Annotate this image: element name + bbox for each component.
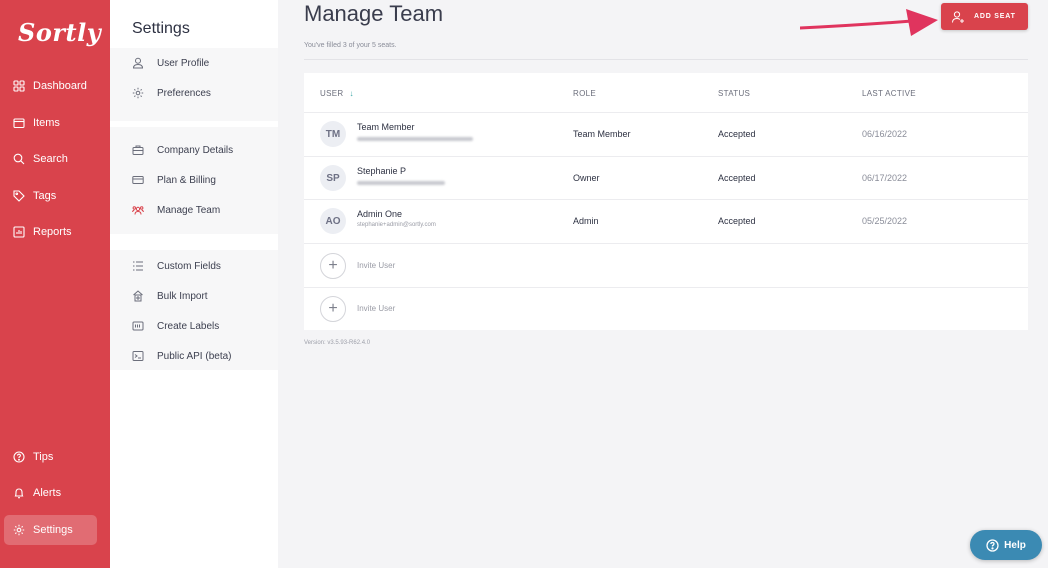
settings-item-create-labels[interactable]: Create Labels — [132, 316, 219, 336]
settings-item-user-profile[interactable]: User Profile — [132, 53, 209, 73]
column-header-user[interactable]: USER ↓ — [320, 89, 354, 98]
settings-item-label: Create Labels — [157, 320, 220, 332]
settings-item-label: Public API (beta) — [157, 350, 232, 362]
settings-item-company-details[interactable]: Company Details — [132, 140, 233, 160]
last-active: 05/25/2022 — [862, 216, 908, 226]
nav-label: Alerts — [33, 487, 62, 499]
settings-item-public-api[interactable]: Public API (beta) — [132, 346, 231, 366]
row-divider — [304, 287, 1028, 288]
user-icon — [132, 57, 144, 69]
nav-item-search[interactable]: Search — [4, 144, 97, 174]
import-icon — [132, 290, 144, 302]
nav-label: Dashboard — [33, 80, 87, 92]
column-header-status[interactable]: STATUS — [718, 89, 750, 98]
last-active: 06/17/2022 — [862, 173, 908, 183]
avatar: SP — [320, 165, 346, 191]
question-circle-icon — [12, 450, 26, 464]
list-icon — [132, 260, 144, 272]
avatar: TM — [320, 121, 346, 147]
user-status: Accepted — [718, 216, 756, 226]
settings-panel: Settings User Profile Preferences Compan… — [110, 0, 278, 568]
user-name: Admin One — [357, 209, 403, 219]
terminal-icon — [132, 350, 144, 362]
nav-item-dashboard[interactable]: Dashboard — [4, 71, 97, 101]
plus-icon[interactable]: + — [320, 296, 346, 322]
version-text: Version: v3.5.93-R62.4.0 — [304, 340, 371, 346]
row-divider — [304, 156, 1028, 157]
sortly-logo[interactable]: Sortly — [18, 18, 101, 47]
nav-item-tags[interactable]: Tags — [4, 181, 97, 211]
page-title: Manage Team — [304, 1, 444, 26]
settings-item-custom-fields[interactable]: Custom Fields — [132, 256, 221, 276]
nav-item-items[interactable]: Items — [4, 108, 97, 138]
main-nav: Sortly Dashboard Items Search Tags Repor… — [0, 0, 110, 568]
last-active: 06/16/2022 — [862, 129, 908, 139]
settings-item-plan-billing[interactable]: Plan & Billing — [132, 170, 216, 190]
settings-item-label: Company Details — [157, 144, 234, 156]
user-email: stephanie+admin@sortly.com — [357, 222, 436, 228]
settings-item-label: Bulk Import — [157, 290, 208, 302]
settings-item-label: Manage Team — [157, 204, 221, 216]
row-divider — [304, 199, 1028, 200]
bell-icon — [12, 486, 26, 500]
settings-item-preferences[interactable]: Preferences — [132, 83, 211, 103]
column-header-role[interactable]: ROLE — [573, 89, 596, 98]
user-status: Accepted — [718, 129, 756, 139]
settings-item-label: Plan & Billing — [157, 174, 216, 186]
settings-item-bulk-import[interactable]: Bulk Import — [132, 286, 208, 306]
nav-item-alerts[interactable]: Alerts — [4, 478, 97, 508]
user-role: Admin — [573, 216, 599, 226]
nav-label: Items — [33, 117, 60, 129]
add-user-icon — [951, 10, 965, 24]
search-icon — [12, 152, 26, 166]
invite-user-label: Invite User — [357, 304, 396, 313]
gear-icon — [132, 87, 144, 99]
redacted-email — [357, 137, 473, 141]
team-icon — [132, 204, 144, 216]
briefcase-icon — [132, 144, 144, 156]
question-circle-icon — [986, 538, 999, 552]
column-header-last-active[interactable]: LAST ACTIVE — [862, 89, 916, 98]
add-seat-label: ADD SEAT — [974, 13, 1016, 20]
tag-icon — [12, 189, 26, 203]
user-role: Team Member — [573, 129, 631, 139]
add-seat-button[interactable]: ADD SEAT — [941, 3, 1028, 30]
user-status: Accepted — [718, 173, 756, 183]
header-divider — [304, 59, 1028, 60]
dashboard-icon — [12, 79, 26, 93]
credit-card-icon — [132, 174, 144, 186]
avatar: AO — [320, 208, 346, 234]
settings-item-label: Preferences — [157, 87, 211, 99]
help-label: Help — [1004, 539, 1026, 551]
nav-label: Tips — [33, 451, 54, 463]
user-name: Team Member — [357, 122, 415, 132]
settings-item-label: Custom Fields — [157, 260, 221, 272]
nav-label: Tags — [33, 190, 57, 202]
header-divider — [304, 112, 1028, 113]
user-name: Stephanie P — [357, 166, 407, 176]
settings-item-manage-team[interactable]: Manage Team — [132, 200, 220, 220]
sort-down-icon[interactable]: ↓ — [349, 89, 353, 98]
plus-icon[interactable]: + — [320, 253, 346, 279]
seats-summary: You've filled 3 of your 5 seats. — [304, 42, 397, 49]
user-role: Owner — [573, 173, 600, 183]
arrow-annotation-icon — [800, 9, 938, 36]
settings-item-label: User Profile — [157, 57, 210, 69]
folder-icon — [12, 116, 26, 130]
help-button[interactable]: Help — [970, 530, 1042, 560]
gear-icon — [12, 523, 26, 537]
label-icon — [132, 320, 144, 332]
invite-user-label: Invite User — [357, 261, 396, 270]
nav-label: Search — [33, 153, 68, 165]
nav-label: Settings — [33, 524, 73, 536]
nav-item-settings[interactable]: Settings — [4, 515, 97, 545]
nav-label: Reports — [33, 226, 72, 238]
nav-item-tips[interactable]: Tips — [4, 442, 97, 472]
row-divider — [304, 243, 1028, 244]
settings-title: Settings — [132, 20, 190, 37]
nav-item-reports[interactable]: Reports — [4, 217, 97, 247]
team-table: USER ↓ ROLE STATUS LAST ACTIVE TM Team Me… — [304, 73, 1028, 330]
redacted-email — [357, 181, 445, 185]
reports-icon — [12, 225, 26, 239]
